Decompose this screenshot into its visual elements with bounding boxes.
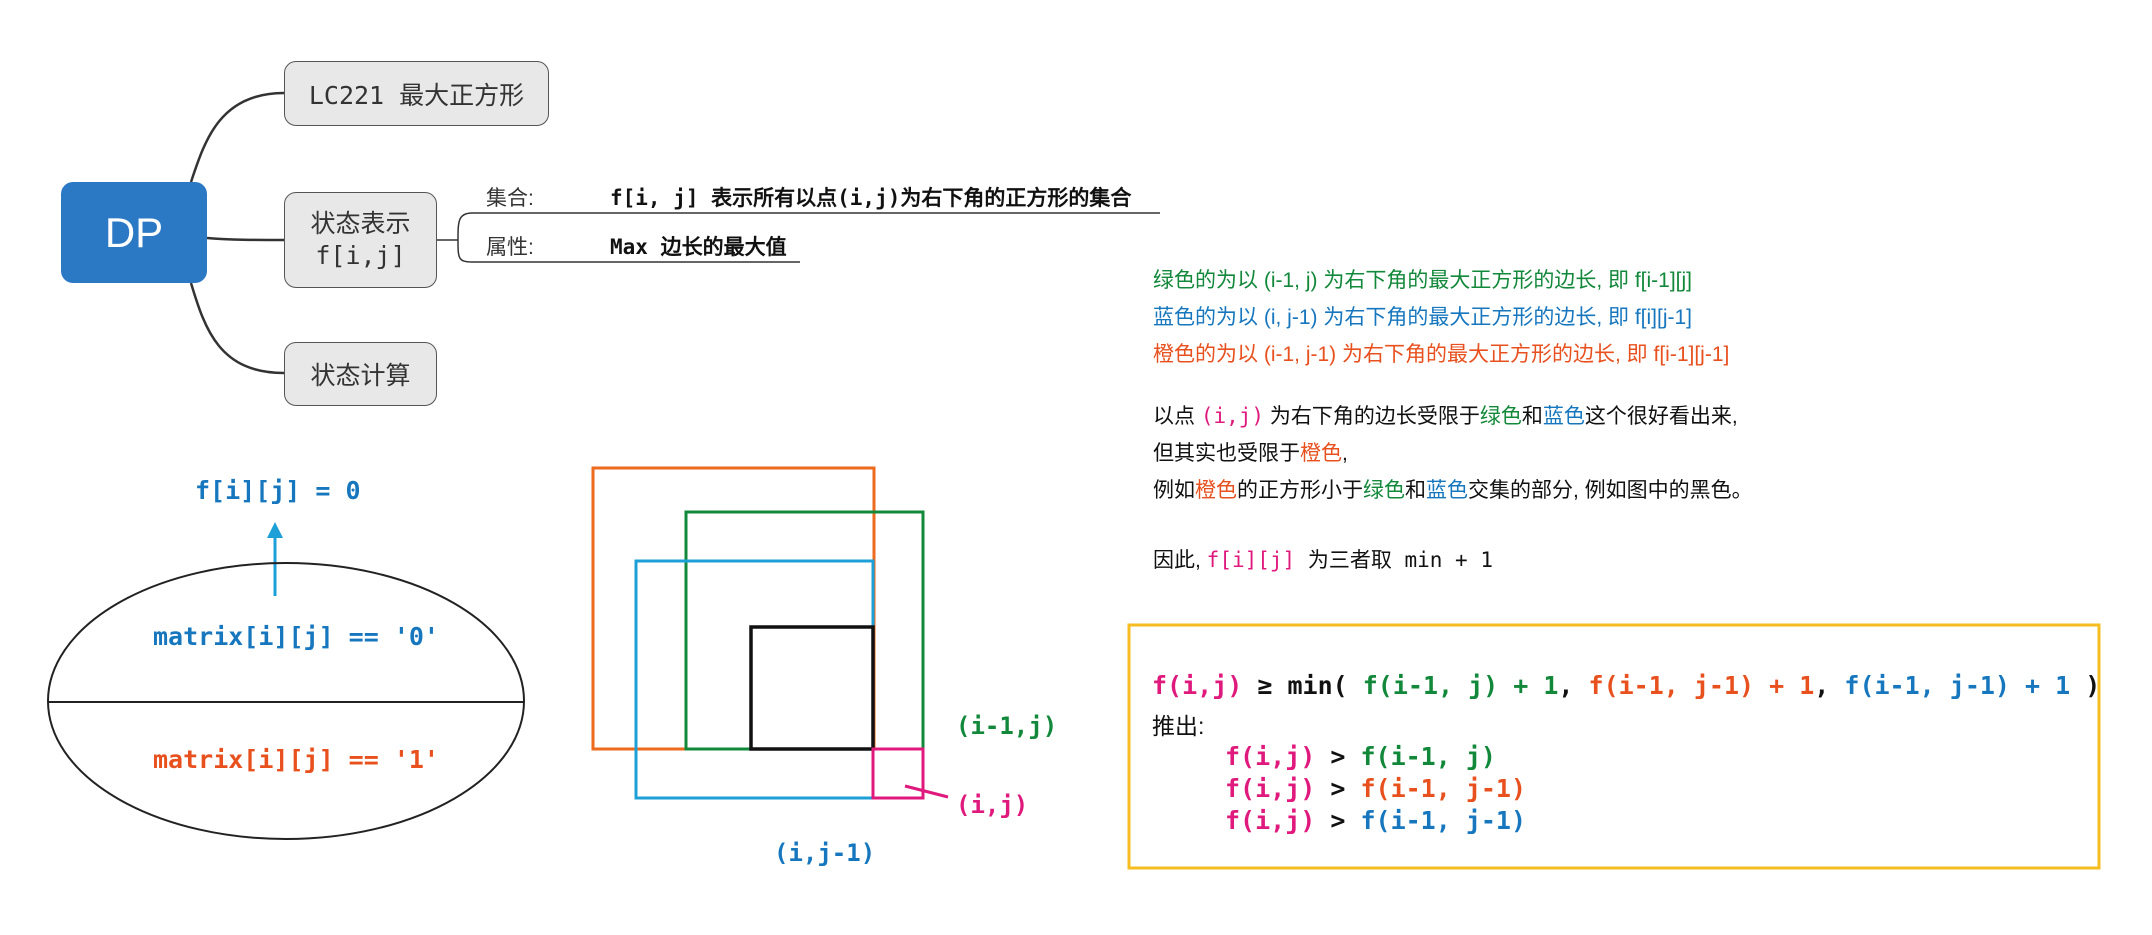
note-blue-line: 蓝色的为以 (i, j-1) 为右下角的最大正方形的边长, 即 f[i][j-1… (1153, 306, 1693, 329)
set-definition: f[i, j] 表示所有以点(i,j)为右下角的正方形的集合 (610, 186, 1132, 210)
pink-cell (871, 747, 925, 800)
p3-and: 和 (1405, 479, 1426, 502)
p4-text-c: 为三者取 min + 1 (1295, 548, 1493, 572)
state-node-line1: 状态表示 (310, 210, 411, 238)
p2-text-c: , (1342, 442, 1348, 465)
p1-text-a: 以点 (1153, 405, 1201, 428)
p3-text-g: 交集的部分, 例如图中的黑色。 (1468, 479, 1753, 502)
blue-square (634, 559, 875, 800)
formula-min-close: ) (2070, 671, 2101, 700)
label-i-j: (i,j) (956, 791, 1029, 819)
connector-calc (189, 282, 285, 375)
note-paragraph-4: 因此, f[i][j] 为三者取 min + 1 (1153, 542, 1493, 579)
state-node-line2: f[i,j] (315, 241, 406, 270)
state-node: 状态表示 f[i,j] (284, 192, 437, 288)
row2-lhs: f(i,j) (1225, 774, 1316, 803)
f-equals-zero-label: f[i][j] = 0 (195, 476, 361, 505)
row2-rhs: f(i-1, j-1) (1360, 774, 1527, 803)
row3-rhs: f(i-1, j-1) (1360, 806, 1527, 835)
label-i-j-minus-1: (i,j-1) (774, 839, 876, 867)
title-node: LC221 最大正方形 (284, 61, 549, 126)
title-node-label: LC221 最大正方形 (308, 80, 525, 110)
note-orange-line: 橙色的为以 (i-1, j-1) 为右下角的最大正方形的边长, 即 f[i-1]… (1153, 343, 1730, 366)
p1-text-g: 这个很好看出来, (1584, 405, 1738, 428)
p1-point: (i,j) (1200, 404, 1265, 428)
prop-label: 属性: (486, 236, 534, 259)
formula-line-1: f(i,j) ≥ min( f(i-1, j) + 1, f(i-1, j-1)… (1152, 670, 2100, 702)
formula-derive-label: 推出: (1152, 713, 1205, 739)
set-label: 集合: (486, 187, 534, 210)
p1-green-word: 绿色 (1479, 405, 1522, 428)
formula-term-green: f(i-1, j) + 1 (1362, 671, 1559, 700)
row2-op: > (1315, 774, 1361, 803)
up-arrow-head (267, 522, 283, 538)
formula-comma-2: , (1814, 671, 1845, 700)
row1-rhs: f(i-1, j) (1360, 742, 1496, 771)
calc-node-label: 状态计算 (310, 362, 411, 390)
connector-title (189, 91, 285, 183)
calc-node: 状态计算 (284, 342, 437, 406)
p2-orange-word: 橙色 (1300, 442, 1342, 465)
p1-and: 和 (1521, 405, 1543, 428)
formula-min-open: ≥ min( (1242, 671, 1363, 700)
black-square (749, 625, 875, 751)
label-i-minus-1-j: (i-1,j) (956, 712, 1058, 740)
dp-root-node: DP (61, 182, 207, 283)
row1-lhs: f(i,j) (1225, 742, 1316, 771)
p2-text-a: 但其实也受限于 (1153, 442, 1300, 465)
p4-text-a: 因此, (1153, 549, 1207, 572)
green-square (684, 510, 925, 751)
prop-definition: Max 边长的最大值 (610, 235, 787, 259)
matrix-zero-text: matrix[i][j] == '0' (153, 622, 439, 651)
p4-f-ij: f[i][j] (1206, 548, 1296, 572)
formula-comma-1: , (1558, 671, 1589, 700)
row3-op: > (1315, 806, 1361, 835)
bracket-connector (437, 212, 473, 263)
note-green-line: 绿色的为以 (i-1, j) 为右下角的最大正方形的边长, 即 f[i-1][j… (1153, 269, 1693, 292)
p3-blue-word: 蓝色 (1426, 479, 1468, 502)
p1-blue-word: 蓝色 (1542, 405, 1585, 428)
row1-op: > (1315, 742, 1361, 771)
formula-row-2: f(i,j) > f(i-1, j-1) (1225, 773, 1526, 805)
matrix-one-text: matrix[i][j] == '1' (153, 745, 439, 774)
row3-lhs: f(i,j) (1225, 806, 1316, 835)
p3-green-word: 绿色 (1363, 479, 1405, 502)
note-paragraph-1: 以点 (i,j) 为右下角的边长受限于绿色和蓝色这个很好看出来, (1153, 398, 1738, 435)
note-paragraph-3: 例如橙色的正方形小于绿色和蓝色交集的部分, 例如图中的黑色。 (1153, 472, 1753, 509)
p3-orange-word: 橙色 (1195, 479, 1237, 502)
formula-term-blue: f(i-1, j-1) + 1 (1844, 671, 2071, 700)
connector-state (206, 236, 285, 242)
p1-text-c: 为右下角的边长受限于 (1264, 405, 1480, 428)
note-paragraph-2: 但其实也受限于橙色, (1153, 435, 1348, 472)
formula-lhs: f(i,j) (1152, 671, 1243, 700)
formula-term-orange: f(i-1, j-1) + 1 (1588, 671, 1815, 700)
diagram-canvas (47, 91, 2101, 870)
p3-text-c: 的正方形小于 (1237, 479, 1363, 502)
p3-text-a: 例如 (1153, 479, 1195, 502)
pink-pointer (904, 784, 949, 799)
formula-row-1: f(i,j) > f(i-1, j) (1225, 741, 1496, 773)
formula-row-3: f(i,j) > f(i-1, j-1) (1225, 805, 1526, 837)
